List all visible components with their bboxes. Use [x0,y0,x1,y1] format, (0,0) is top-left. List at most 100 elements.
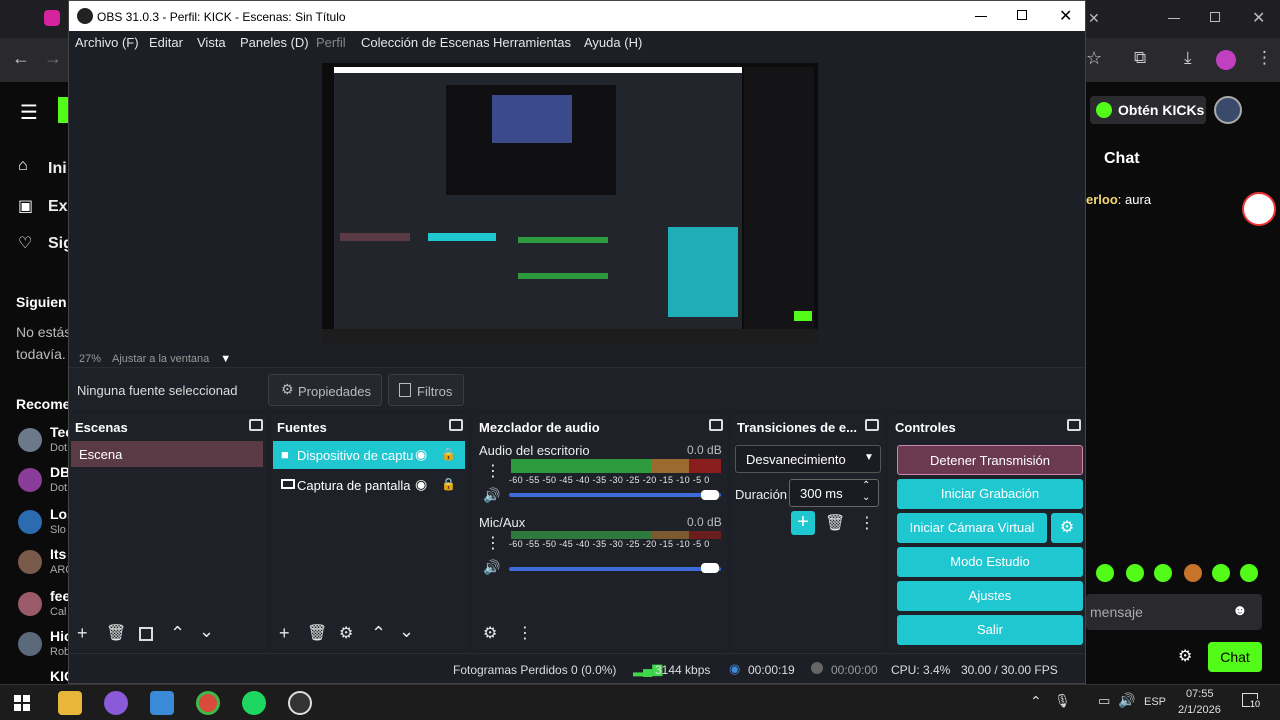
undock-icon[interactable] [709,419,723,431]
source-item[interactable]: Captura de pantalla ◉ 🔒 [273,471,465,499]
channel-menu-icon[interactable]: ⋮ [485,533,501,553]
minimize-icon[interactable] [1168,18,1180,19]
mixer-menu-icon[interactable]: ⋮ [517,623,533,643]
start-recording-button[interactable]: Iniciar Grabación [897,479,1083,509]
fit-to-window-select[interactable]: Ajustar a la ventana ▼ [112,353,231,365]
transition-menu-icon[interactable]: ⋮ [859,513,875,533]
show-hidden-icons[interactable]: ⌃ [1030,693,1042,710]
profile-avatar-icon[interactable] [1216,50,1236,70]
language-indicator[interactable]: ESP [1144,696,1166,708]
source-item[interactable]: ■ Dispositivo de captu ◉ 🔒 [273,441,465,469]
transition-select[interactable]: Desvanecimiento ▼ [735,445,881,473]
move-down-button[interactable]: ⌄ [199,621,214,642]
add-scene-button[interactable]: + [77,623,88,644]
menu-edit[interactable]: Editar [149,35,183,50]
back-icon[interactable]: ← [12,48,30,69]
speaker-icon[interactable]: 🔊 [483,559,500,576]
scene-item[interactable]: Escena [71,441,263,467]
studio-mode-button[interactable]: Modo Estudio [897,547,1083,577]
restore-icon[interactable] [1210,12,1220,22]
menu-dots-icon[interactable]: ⋮ [1256,48,1273,68]
download-icon[interactable]: ⤓ [1184,48,1192,68]
scene-filters-button[interactable] [139,627,153,641]
channel-menu-icon[interactable]: ⋮ [485,461,501,481]
remove-source-button[interactable]: 🗑 [307,623,327,643]
filters-button[interactable]: Filtros [388,374,464,406]
menu-profile[interactable]: Perfil [316,35,346,50]
maximize-icon[interactable] [1017,10,1027,20]
emote-icon[interactable] [1212,564,1230,582]
menu-docks[interactable]: Paneles (D) [240,35,309,50]
emote-icon[interactable] [1096,564,1114,582]
menu-file[interactable]: Archivo (F) [75,35,139,50]
move-up-button[interactable]: ⌃ [170,623,185,644]
sidebar-item-home[interactable]: Ini [48,160,67,178]
hamburger-icon[interactable]: ☰ [20,100,38,125]
volume-slider[interactable] [509,493,721,497]
undock-icon[interactable] [865,419,879,431]
exit-button[interactable]: Salir [897,615,1083,645]
file-explorer-icon[interactable] [58,691,82,715]
emote-icon[interactable] [1240,564,1258,582]
menu-help[interactable]: Ayuda (H) [584,35,642,50]
properties-button[interactable]: ⚙ Propiedades [268,374,382,406]
volume-slider-handle[interactable] [701,490,719,500]
ad-badge-icon[interactable] [1242,192,1276,226]
undock-icon[interactable] [449,419,463,431]
menu-view[interactable]: Vista [197,35,226,50]
emoji-icon[interactable]: ☻ [1232,602,1248,619]
obs-taskbar-icon[interactable] [288,691,312,715]
remove-scene-button[interactable]: 🗑 [106,623,126,643]
spotify-icon[interactable] [242,691,266,715]
spin-down-icon[interactable]: ⌄ [862,492,870,503]
close-icon[interactable]: ✕ [1252,8,1265,28]
add-source-button[interactable]: + [279,623,290,644]
duration-spinbox[interactable]: 300 ms ⌃ ⌄ [789,479,879,507]
instagram-tab-icon[interactable] [44,10,60,26]
eye-icon[interactable]: ◉ [415,446,427,463]
clock-date[interactable]: 2/1/2026 [1178,704,1221,716]
eye-icon[interactable]: ◉ [415,476,427,493]
speaker-icon[interactable]: 🔊 [483,487,500,504]
close-icon[interactable]: ✕ [1059,6,1072,26]
start-virtual-camera-button[interactable]: Iniciar Cámara Virtual [897,513,1047,543]
stop-streaming-button[interactable]: Detener Transmisión [897,445,1083,475]
volume-icon[interactable]: 🔊 [1118,692,1135,709]
clock-time[interactable]: 07:55 [1186,688,1214,700]
get-kicks-button[interactable]: Obtén KICKs [1090,96,1206,124]
remove-transition-button[interactable]: 🗑 [825,513,845,533]
emote-icon[interactable] [1184,564,1202,582]
volume-slider-handle[interactable] [701,563,719,573]
move-up-button[interactable]: ⌃ [371,623,386,644]
copilot-icon[interactable] [104,691,128,715]
move-down-button[interactable]: ⌄ [399,621,414,642]
source-properties-gear-icon[interactable]: ⚙ [339,623,353,643]
extensions-icon[interactable]: ⧉ [1134,48,1146,68]
virtual-camera-settings-gear-icon[interactable]: ⚙ [1051,513,1083,543]
store-icon[interactable] [150,691,174,715]
chat-message-input[interactable]: mensaje ☻ [1086,594,1262,630]
add-transition-button[interactable]: + [791,511,815,535]
chrome-icon[interactable] [196,691,220,715]
preview-canvas[interactable] [322,63,818,343]
forward-icon[interactable]: → [44,48,62,69]
microphone-icon[interactable]: 🎙 [1054,693,1071,709]
settings-button[interactable]: Ajustes [897,581,1083,611]
user-avatar[interactable] [1214,96,1242,124]
lock-icon[interactable]: 🔒 [441,477,456,491]
windows-start-icon[interactable] [14,695,30,711]
bookmark-star-icon[interactable]: ☆ [1086,48,1102,69]
volume-slider[interactable] [509,567,721,571]
spin-up-icon[interactable]: ⌃ [862,480,870,491]
chat-send-button[interactable]: Chat [1208,642,1262,672]
chat-settings-gear-icon[interactable]: ⚙ [1178,646,1192,666]
menu-tools[interactable]: Herramientas [493,35,571,50]
chat-username[interactable]: erloo [1086,192,1118,207]
menu-scene-collection[interactable]: Colección de Escenas [361,35,490,50]
emote-icon[interactable] [1126,564,1144,582]
tab-close-icon[interactable]: ✕ [1088,10,1100,27]
undock-icon[interactable] [1067,419,1081,431]
undock-icon[interactable] [249,419,263,431]
advanced-audio-gear-icon[interactable]: ⚙ [483,623,497,643]
emote-icon[interactable] [1154,564,1172,582]
